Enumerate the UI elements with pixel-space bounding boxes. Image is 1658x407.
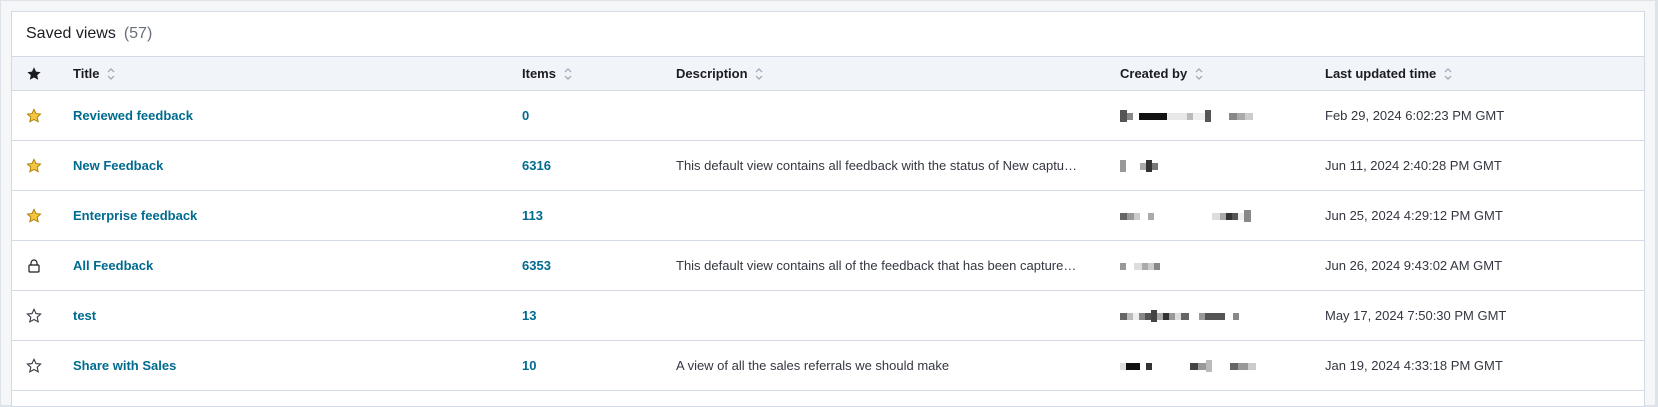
last-updated-time: May 17, 2024 7:50:30 PM GMT (1325, 308, 1507, 323)
items-count-link[interactable]: 6353 (522, 258, 551, 273)
items-count-link[interactable]: 6316 (522, 158, 551, 173)
sort-icon (107, 67, 115, 81)
last-updated-time: Jun 26, 2024 9:43:02 AM GMT (1325, 258, 1503, 273)
redacted-name (1120, 109, 1253, 123)
favorite-cell[interactable] (12, 341, 73, 391)
view-title-link[interactable]: Share with Sales (73, 358, 176, 373)
description-text: This default view contains all of the fe… (676, 258, 1077, 273)
favorite-cell[interactable] (12, 141, 73, 191)
created-by-redacted (1120, 191, 1325, 241)
redacted-name (1120, 359, 1256, 373)
sort-icon (564, 67, 572, 81)
star-filled-icon[interactable] (26, 108, 42, 124)
view-title-link[interactable]: All Feedback (73, 258, 153, 273)
items-count-link[interactable]: 10 (522, 358, 536, 373)
last-updated-time: Jun 25, 2024 4:29:12 PM GMT (1325, 208, 1503, 223)
sort-icon (755, 67, 763, 81)
table-row: test 13 May 17, 2024 7:50:30 PM GMT (12, 291, 1644, 341)
star-outline-icon[interactable] (26, 307, 42, 324)
redacted-name (1120, 309, 1239, 323)
items-count-link[interactable]: 13 (522, 308, 536, 323)
column-header-last-updated-label: Last updated time (1325, 65, 1437, 81)
view-title-link[interactable]: test (73, 308, 96, 323)
description-text: A view of all the sales referrals we sho… (676, 358, 950, 373)
column-header-last-updated[interactable]: Last updated time (1325, 56, 1644, 91)
created-by-redacted (1120, 291, 1325, 341)
lock-cell (12, 241, 73, 291)
favorite-cell[interactable] (12, 91, 73, 141)
lock-icon (28, 259, 40, 273)
table-row: Share with Sales 10 A view of all the sa… (12, 341, 1644, 391)
table-header-row: Title Items Description Created by Last … (12, 56, 1644, 91)
column-header-title-label: Title (73, 65, 100, 81)
table-row: Enterprise feedback 113 Jun 25, 2024 4:2… (12, 191, 1644, 241)
redacted-name (1120, 159, 1158, 173)
view-title-link[interactable]: Enterprise feedback (73, 208, 197, 223)
last-updated-time: Feb 29, 2024 6:02:23 PM GMT (1325, 108, 1505, 123)
column-header-items-label: Items (522, 65, 556, 81)
star-filled-icon[interactable] (26, 208, 42, 224)
panel-count: (57) (123, 25, 153, 42)
saved-views-table: Title Items Description Created by Last … (12, 56, 1644, 391)
table-row: New Feedback 6316 This default view cont… (12, 141, 1644, 191)
star-filled-icon (27, 67, 41, 80)
view-title-link[interactable]: Reviewed feedback (73, 108, 193, 123)
table-row: Reviewed feedback 0 Feb 29, 2024 6:02:23… (12, 91, 1644, 141)
column-header-created-by[interactable]: Created by (1120, 56, 1325, 91)
column-header-title[interactable]: Title (73, 56, 522, 91)
description-text: This default view contains all feedback … (676, 158, 1078, 173)
created-by-redacted (1120, 141, 1325, 191)
star-filled-icon[interactable] (26, 158, 42, 174)
items-count-link[interactable]: 0 (522, 108, 529, 123)
panel-header: Saved views (57) (12, 12, 1644, 56)
saved-views-panel: Saved views (57) Title Items Description… (11, 11, 1645, 407)
created-by-redacted (1120, 241, 1325, 291)
last-updated-time: Jan 19, 2024 4:33:18 PM GMT (1325, 358, 1503, 373)
created-by-redacted (1120, 341, 1325, 391)
redacted-name (1120, 209, 1251, 223)
column-header-created-by-label: Created by (1120, 65, 1188, 81)
page-frame: Saved views (57) Title Items Description… (1, 1, 1655, 407)
table-row: All Feedback 6353 This default view cont… (12, 241, 1644, 291)
favorite-cell[interactable] (12, 291, 73, 341)
created-by-redacted (1120, 91, 1325, 141)
column-header-description-label: Description (676, 65, 748, 81)
panel-title: Saved views (26, 25, 116, 42)
column-header-description[interactable]: Description (676, 56, 1120, 91)
favorite-cell[interactable] (12, 191, 73, 241)
last-updated-time: Jun 11, 2024 2:40:28 PM GMT (1325, 158, 1502, 173)
favorite-column-header[interactable] (12, 56, 73, 91)
star-outline-icon[interactable] (26, 357, 42, 374)
sort-icon (1195, 67, 1203, 81)
items-count-link[interactable]: 113 (522, 208, 543, 223)
sort-icon (1444, 67, 1452, 81)
column-header-items[interactable]: Items (522, 56, 676, 91)
redacted-name (1120, 259, 1160, 273)
view-title-link[interactable]: New Feedback (73, 158, 163, 173)
